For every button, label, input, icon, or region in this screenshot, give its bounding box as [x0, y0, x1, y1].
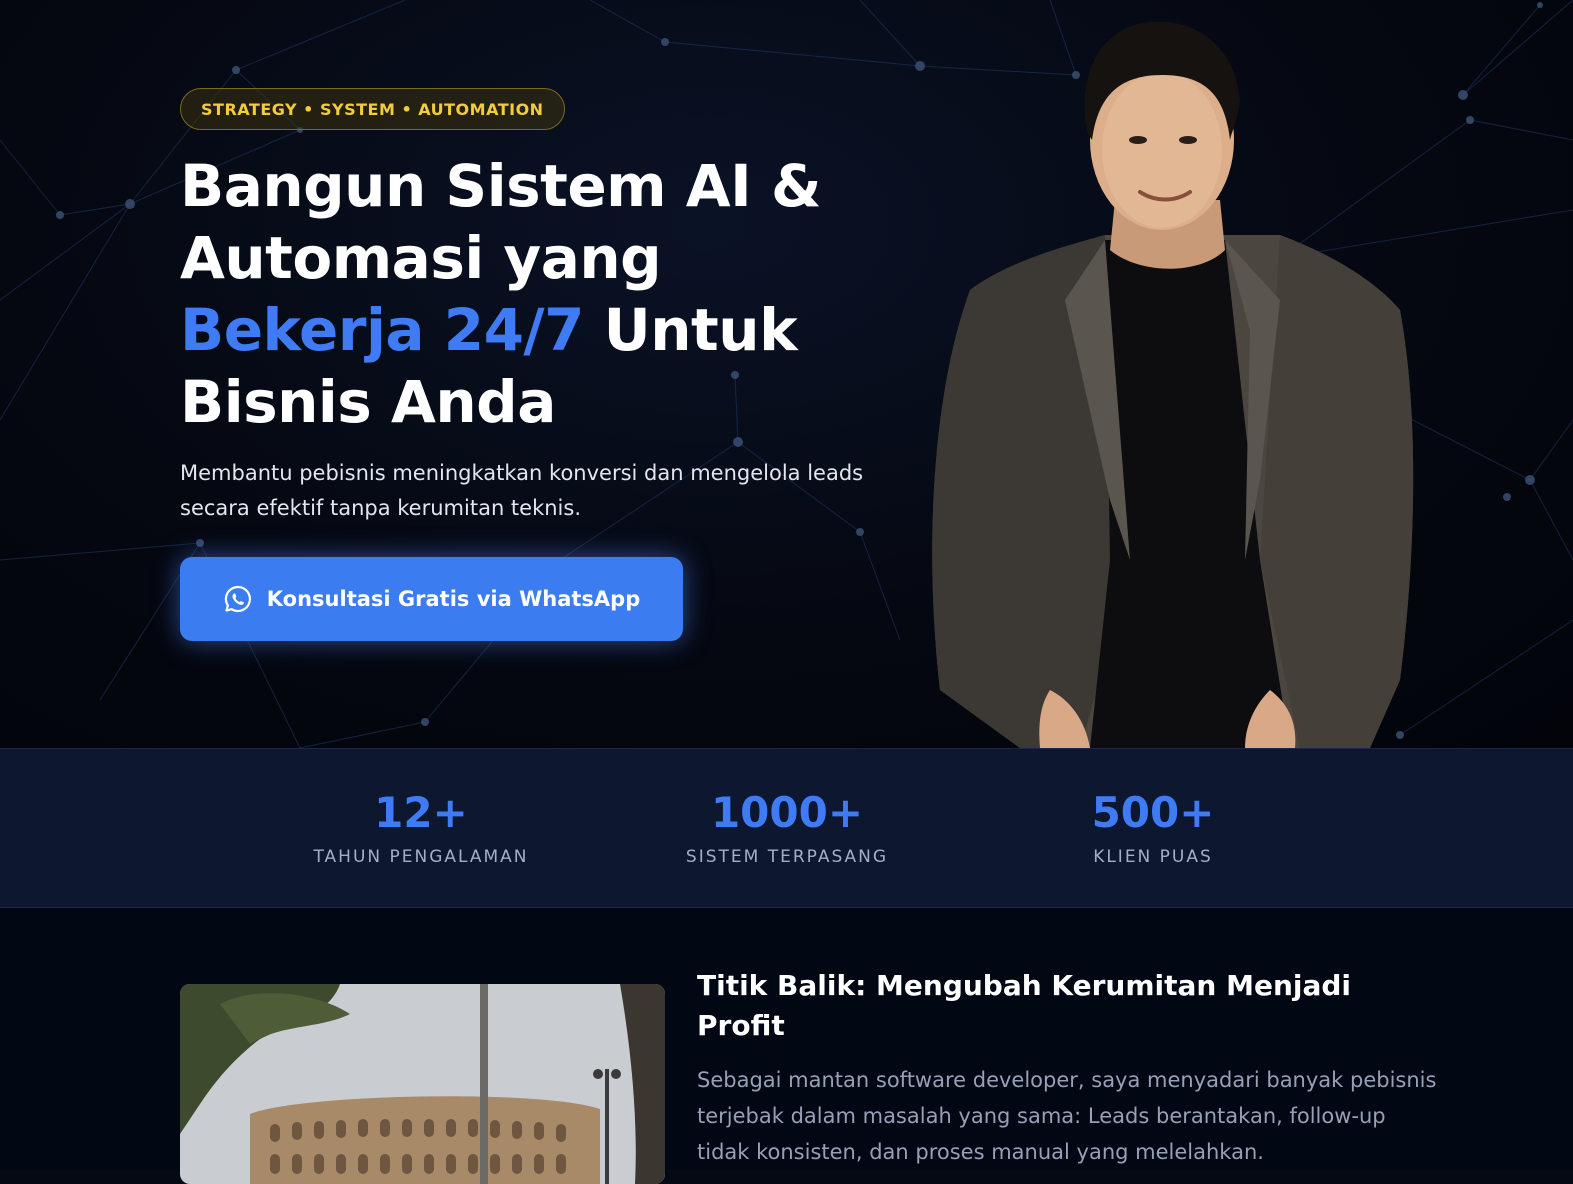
story-title: Titik Balik: Mengubah Kerumitan Menjadi … [697, 969, 1352, 1042]
stat-label: TAHUN PENGALAMAN [313, 847, 529, 867]
stat-label: KLIEN PUAS [1093, 847, 1213, 867]
tagline-badge: STRATEGY • SYSTEM • AUTOMATION [180, 88, 565, 130]
stat-clients: 500+ KLIEN PUAS [993, 787, 1313, 867]
hero-title-highlight: Bekerja 24/7 [180, 296, 584, 364]
stats-bar: 12+ TAHUN PENGALAMAN 1000+ SISTEM TERPAS… [0, 748, 1573, 908]
hero-title-line1: Bangun Sistem AI & [180, 152, 822, 220]
hero-subtitle: Membantu pebisnis meningkatkan konversi … [180, 461, 864, 520]
stat-label: SISTEM TERPASANG [685, 847, 889, 867]
portrait-image [932, 21, 1414, 748]
whatsapp-consultation-button[interactable]: Konsultasi Gratis via WhatsApp [180, 557, 683, 641]
whatsapp-icon [224, 585, 251, 613]
hero-section: STRATEGY • SYSTEM • AUTOMATION Bangun Si… [0, 0, 1573, 748]
whatsapp-button-label: Konsultasi Gratis via WhatsApp [266, 587, 641, 611]
hero-title-line4: Bisnis Anda [180, 368, 556, 436]
hero-title-line2: Automasi yang [180, 224, 662, 292]
stat-value: 500+ [1091, 788, 1215, 837]
stat-experience: 12+ TAHUN PENGALAMAN [261, 787, 581, 867]
story-text: Sebagai mantan software developer, saya … [697, 1068, 1437, 1164]
hero-title: Bangun Sistem AI & Automasi yang Bekerja… [180, 150, 880, 438]
colosseum-photo [180, 984, 665, 1184]
story-section: Titik Balik: Mengubah Kerumitan Menjadi … [0, 908, 1573, 1184]
stat-value: 12+ [374, 788, 468, 837]
stat-systems: 1000+ SISTEM TERPASANG [627, 787, 947, 867]
hero-title-after-highlight: Untuk [583, 296, 798, 364]
stat-value: 1000+ [710, 788, 864, 837]
